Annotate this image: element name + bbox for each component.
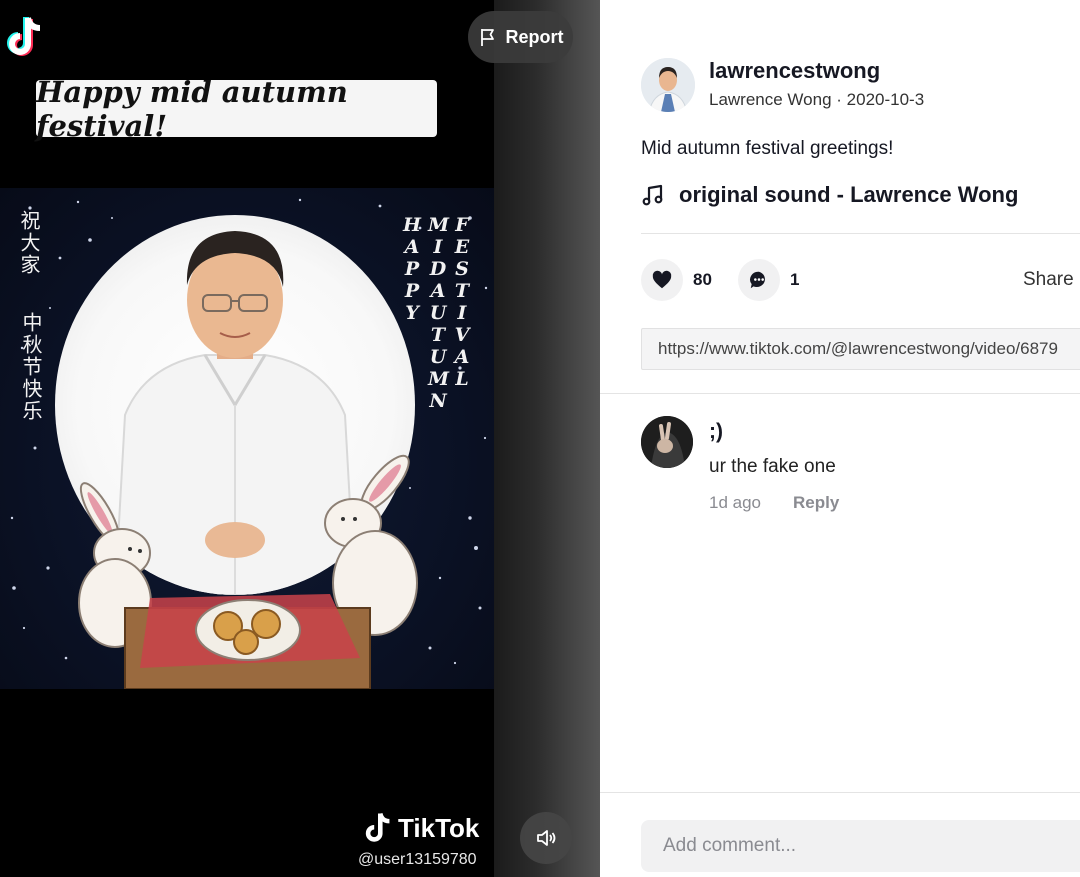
author-avatar[interactable] — [641, 58, 695, 112]
commenter-name[interactable]: ;) — [709, 420, 723, 444]
video-frame[interactable]: Happy mid autumn festival! 祝大家 中秋节快乐 HAP… — [0, 0, 494, 877]
author-display-name: Lawrence Wong — [709, 90, 832, 109]
comment-action[interactable]: 1 — [738, 259, 799, 301]
greeting-chinese-1: 祝大家 — [17, 210, 41, 276]
commenter-avatar[interactable] — [641, 416, 693, 468]
action-bar: 80 1 Share — [641, 259, 1080, 301]
comment-reply-button[interactable]: Reply — [793, 493, 839, 513]
tiktok-logo-icon[interactable] — [4, 14, 46, 60]
author-avatar-image — [641, 58, 695, 112]
vertical-word-festival: FESTIVAL — [454, 214, 470, 390]
vertical-word-midautumn: MIDAUTUMN — [428, 214, 450, 412]
author-username[interactable]: lawrencestwong — [709, 58, 880, 84]
video-scene: 祝大家 中秋节快乐 HAPPY MIDAUTUMN FESTIVAL — [0, 188, 494, 689]
video-player[interactable]: Happy mid autumn festival! 祝大家 中秋节快乐 HAP… — [0, 0, 600, 877]
author-meta: Lawrence Wong · 2020-10-3 — [709, 90, 924, 110]
flag-icon — [480, 29, 494, 46]
comment-text: ur the fake one — [709, 456, 836, 477]
post-date: 2020-10-3 — [846, 90, 925, 109]
watermark-username: @user13159780 — [358, 851, 477, 868]
tiktok-watermark: TikTok — [362, 810, 479, 846]
divider — [641, 233, 1080, 234]
speaker-icon — [537, 830, 556, 846]
divider — [600, 792, 1080, 793]
like-action[interactable]: 80 — [641, 259, 712, 301]
like-button[interactable] — [641, 259, 683, 301]
comment-count: 1 — [790, 270, 800, 289]
report-button[interactable]: Report — [468, 11, 573, 63]
tiktok-watermark-icon — [365, 812, 390, 842]
meta-separator: · — [836, 90, 847, 109]
post-caption: Mid autumn festival greetings! — [641, 138, 894, 159]
music-link[interactable]: original sound - Lawrence Wong — [641, 182, 1018, 208]
like-count: 80 — [693, 270, 712, 289]
divider — [600, 393, 1080, 394]
watermark-brand: TikTok — [398, 812, 480, 843]
sound-toggle-button[interactable] — [520, 812, 572, 864]
video-link-field[interactable]: https://www.tiktok.com/@lawrencestwong/v… — [641, 328, 1080, 370]
heart-icon — [652, 270, 672, 289]
add-comment-input[interactable] — [641, 820, 1080, 872]
comment-bubble-icon — [750, 271, 765, 289]
share-button[interactable]: Share — [1023, 269, 1074, 291]
table-mooncakes-illustration — [124, 594, 371, 689]
comment-timestamp: 1d ago — [709, 493, 761, 512]
music-note-icon — [642, 184, 663, 206]
video-info-panel: lawrencestwong Lawrence Wong · 2020-10-3… — [600, 0, 1080, 877]
video-side-blur — [494, 0, 600, 877]
report-label: Report — [505, 26, 564, 47]
comment-button[interactable] — [738, 259, 780, 301]
greeting-chinese-2: 中秋节快乐 — [19, 312, 43, 422]
commenter-avatar-image — [641, 416, 693, 468]
video-banner-text: Happy mid autumn festival! — [36, 75, 437, 143]
music-title: original sound - Lawrence Wong — [679, 182, 1019, 207]
